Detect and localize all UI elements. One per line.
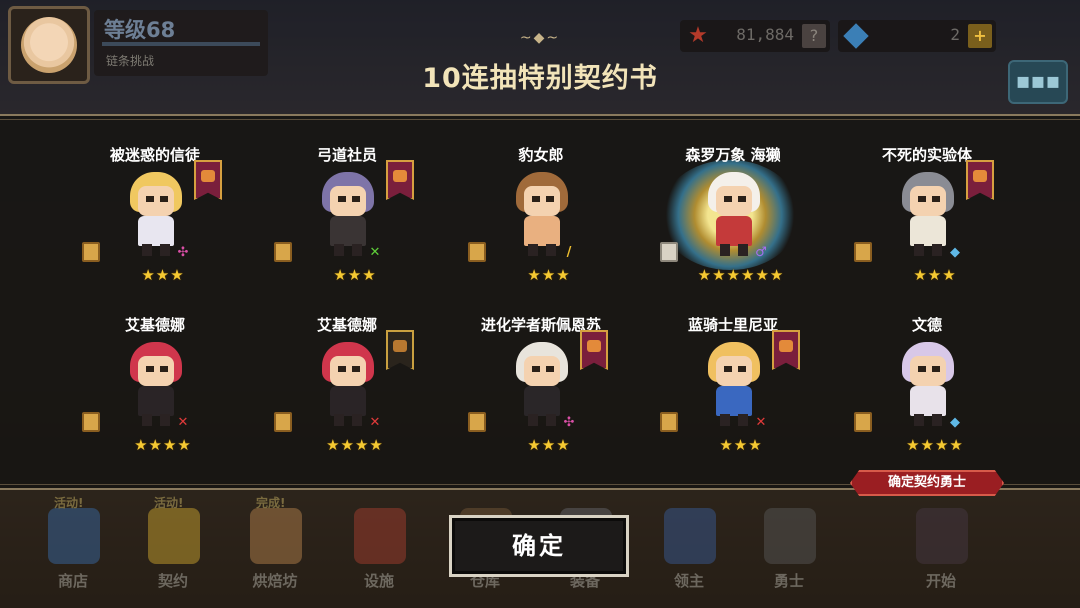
hero-card[interactable]: 被迷惑的信徒 ✣ ★★★ (80, 144, 230, 304)
hero-name: 蓝骑士里尼亚 (687, 316, 778, 334)
gem-counter: 2 + (838, 20, 996, 52)
nav-item[interactable]: 完成! 烘焙坊 (230, 496, 320, 608)
nav-icon (354, 508, 406, 564)
nav-item[interactable]: 开始 (896, 500, 986, 608)
contract-scroll-icon (660, 412, 678, 432)
sword-icon: / (566, 245, 572, 260)
bow-icon: ✕ (369, 245, 381, 260)
hero-card[interactable]: 艾基德娜 ✕ ★★★★ (272, 314, 422, 474)
hero-card[interactable]: 进化学者斯佩恩苏 ✣ ★★★ (466, 314, 616, 474)
gold-help-button[interactable]: ? (802, 24, 826, 48)
player-level: 等级68 (104, 18, 176, 42)
nav-badge: 活动! (154, 496, 184, 510)
dagger-icon: ✕ (755, 415, 767, 430)
gem-icon (843, 23, 869, 49)
star-rating: ★★★ (527, 266, 571, 284)
contract-scroll-icon (854, 412, 872, 432)
star-rating: ★★★ (913, 266, 957, 284)
contract-scroll-icon (468, 242, 486, 262)
contract-scroll-icon (854, 242, 872, 262)
axe-icon: ◆ (950, 245, 960, 260)
contract-scroll-icon (82, 242, 100, 262)
star-rating: ★★★★ (134, 436, 192, 454)
mace-icon: ✣ (563, 415, 575, 430)
confirm-contract-heroes-tag[interactable]: 确定契约勇士 (850, 470, 1004, 496)
guild-banner-icon (194, 160, 222, 200)
nav-item[interactable]: 活动! 契约 (128, 496, 218, 608)
hero-name: 艾基德娜 (316, 316, 377, 334)
hero-card[interactable]: 弓道社员 ✕ ★★★ (272, 144, 422, 304)
hero-card[interactable]: 文德 ◆ ★★★★ (852, 314, 1002, 474)
nav-badge: 活动! (54, 496, 84, 510)
nav-icon (764, 508, 816, 564)
guild-banner-icon (386, 330, 414, 370)
gold-counter: ★ 81,884 ? (680, 20, 830, 52)
nav-icon (250, 508, 302, 564)
gold-star-icon: ★ (688, 23, 708, 48)
confirm-button[interactable]: 确定 (449, 515, 629, 577)
nav-icon (664, 508, 716, 564)
nav-label: 设施 (363, 572, 394, 590)
staff-icon: ♂ (755, 245, 767, 260)
nav-item[interactable]: 勇士 (744, 500, 834, 608)
nav-label: 契约 (157, 572, 188, 590)
title-ornament: ~◆~ (519, 30, 561, 46)
mace-icon: ✣ (177, 245, 189, 260)
contract-scroll-icon (82, 412, 100, 432)
hero-card[interactable]: 艾基德娜 ✕ ★★★★ (80, 314, 230, 474)
contract-scroll-icon (274, 242, 292, 262)
contract-scroll-icon (274, 412, 292, 432)
hero-name: 弓道社员 (316, 146, 377, 164)
nav-icon (48, 508, 100, 564)
hero-card[interactable]: 森罗万象 海獭 ♂ ★★★★★★ (658, 144, 808, 304)
star-rating: ★★★ (333, 266, 377, 284)
dagger-icon: ✕ (177, 415, 189, 430)
nav-label: 开始 (925, 572, 956, 590)
hero-name: 进化学者斯佩恩苏 (480, 316, 601, 334)
hero-card[interactable]: 蓝骑士里尼亚 ✕ ★★★ (658, 314, 808, 474)
hero-card[interactable]: 不死的实验体 ◆ ★★★ (852, 144, 1002, 304)
guild-banner-icon (386, 160, 414, 200)
nav-icon (148, 508, 200, 564)
nav-label: 商店 (57, 572, 88, 590)
hero-name: 森罗万象 海獭 (685, 146, 781, 164)
star-rating: ★★★★ (326, 436, 384, 454)
guild-banner-icon (966, 160, 994, 200)
guild-banner-icon (772, 330, 800, 370)
guild-banner-icon (580, 330, 608, 370)
gem-value: 2 (950, 25, 960, 44)
hero-name: 被迷惑的信徒 (109, 146, 200, 164)
star-rating: ★★★ (527, 436, 571, 454)
hero-name: 文德 (911, 316, 942, 334)
nav-item[interactable]: 设施 (334, 500, 424, 608)
nav-badge: 完成! (256, 496, 286, 510)
gem-add-button[interactable]: + (968, 24, 992, 48)
nav-item[interactable]: 活动! 商店 (28, 496, 118, 608)
axe-icon: ◆ (950, 415, 960, 430)
hero-name: 豹女郎 (518, 146, 564, 164)
hero-name: 不死的实验体 (881, 146, 972, 164)
contract-results-panel: 被迷惑的信徒 ✣ ★★★ 弓道社员 ✕ ★★★ 豹女郎 / ★★★ 森罗万象 海獭 ♂ ★★★… (0, 114, 1080, 490)
star-rating: ★★★★★★ (697, 266, 785, 284)
nav-label: 烘焙坊 (252, 572, 298, 590)
star-rating: ★★★ (141, 266, 185, 284)
nav-icon (916, 508, 968, 564)
star-rating: ★★★★ (906, 436, 964, 454)
gold-value: 81,884 (736, 25, 794, 44)
hero-name: 艾基德娜 (124, 316, 185, 334)
contract-scroll-icon (468, 412, 486, 432)
star-rating: ★★★ (719, 436, 763, 454)
nav-item[interactable]: 领主 (644, 500, 734, 608)
dagger-icon: ✕ (369, 415, 381, 430)
nav-label: 领主 (673, 572, 704, 590)
hero-card[interactable]: 豹女郎 / ★★★ (466, 144, 616, 304)
exp-bar (102, 42, 260, 46)
nav-label: 勇士 (773, 572, 804, 590)
contract-scroll-icon (660, 242, 678, 262)
panel-title: 10连抽特别契约书 (422, 63, 658, 94)
